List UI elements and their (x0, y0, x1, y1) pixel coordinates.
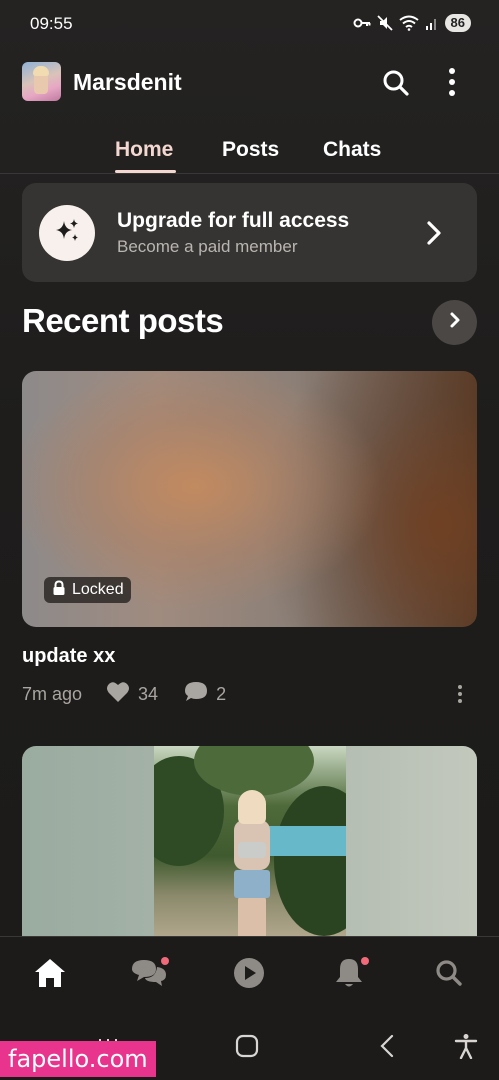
key-icon (353, 17, 371, 29)
post-more-button[interactable] (452, 682, 468, 706)
status-time: 09:55 (30, 14, 73, 33)
post-meta: 7m ago 34 2 (22, 681, 226, 708)
status-icons: 86 (353, 14, 471, 32)
nav-videos[interactable] (231, 957, 267, 993)
avatar-hair (33, 66, 49, 76)
mute-icon (376, 15, 393, 31)
battery-icon: 86 (444, 14, 471, 32)
search-button[interactable] (381, 68, 411, 98)
post-thumbnail[interactable] (22, 746, 477, 946)
post-thumbnail-locked[interactable]: Locked (22, 371, 477, 627)
watermark: fapello.com (0, 1041, 156, 1077)
status-bar: 09:55 86 (0, 0, 499, 48)
tab-posts[interactable]: Posts (222, 138, 279, 162)
upgrade-icon-circle (39, 205, 95, 261)
photo-person (238, 790, 266, 824)
locked-label: Locked (72, 581, 124, 598)
lock-icon (52, 579, 66, 601)
notifications-dot (361, 957, 369, 965)
wifi-icon (398, 15, 419, 31)
tab-home[interactable]: Home (115, 138, 173, 162)
play-icon (233, 957, 265, 994)
chevron-right-icon (447, 311, 463, 334)
photo-person (234, 870, 270, 898)
locked-badge: Locked (44, 577, 131, 603)
post-likes-count: 34 (138, 683, 159, 704)
back-system-button[interactable] (376, 1034, 398, 1062)
post-comments[interactable]: 2 (184, 681, 226, 708)
home-icon (33, 957, 67, 994)
more-vertical-icon (438, 68, 466, 102)
tab-bar: Home Posts Chats (0, 132, 499, 174)
upgrade-subtitle: Become a paid member (117, 237, 298, 256)
section-title-recent-posts: Recent posts (22, 302, 224, 339)
post-photo (154, 746, 346, 946)
home-system-button[interactable] (234, 1034, 260, 1062)
accessibility-icon (454, 1033, 478, 1064)
more-options-button[interactable] (438, 66, 466, 98)
post-likes[interactable]: 34 (106, 681, 158, 708)
upgrade-card[interactable]: Upgrade for full access Become a paid me… (22, 183, 477, 282)
back-chevron-icon (379, 1034, 395, 1063)
tab-chats[interactable]: Chats (323, 138, 381, 162)
recent-posts-see-all-button[interactable] (432, 300, 477, 345)
nav-search[interactable] (431, 957, 467, 993)
search-icon (434, 958, 464, 993)
accessibility-button[interactable] (453, 1033, 479, 1064)
creator-name[interactable]: Marsdenit (73, 69, 182, 96)
signal-icon (425, 16, 439, 30)
photo-pool (264, 826, 346, 856)
app-header: Marsdenit (0, 58, 499, 108)
upgrade-title: Upgrade for full access (117, 209, 350, 232)
post-comments-count: 2 (216, 683, 227, 704)
home-square-icon (235, 1034, 259, 1063)
bottom-nav (0, 936, 499, 1018)
photo-person (238, 842, 266, 858)
tab-active-indicator (115, 170, 176, 173)
search-icon (381, 70, 411, 102)
nav-home[interactable] (32, 957, 68, 993)
bell-icon (334, 957, 364, 994)
comment-icon (184, 681, 208, 708)
nav-notifications[interactable] (331, 957, 369, 994)
chats-notification-dot (161, 957, 169, 965)
more-vertical-icon (452, 685, 468, 710)
photo-foliage (274, 786, 346, 936)
avatar[interactable] (22, 62, 61, 101)
sparkles-icon (51, 215, 83, 252)
chevron-right-icon (422, 219, 446, 247)
post-title[interactable]: update xx (22, 645, 115, 668)
post-time: 7m ago (22, 683, 83, 704)
heart-icon (106, 681, 130, 708)
nav-chats[interactable] (131, 957, 169, 993)
